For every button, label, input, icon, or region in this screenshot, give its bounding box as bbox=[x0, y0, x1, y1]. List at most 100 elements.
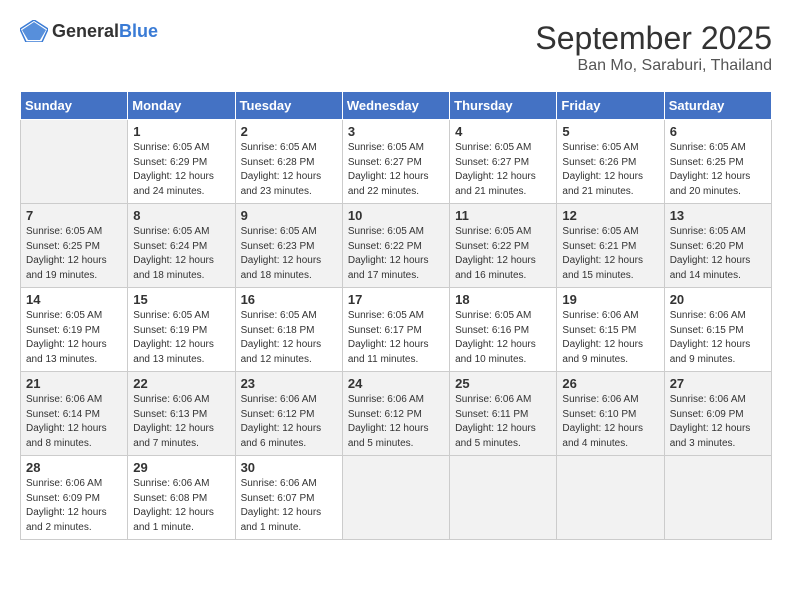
day-number: 20 bbox=[670, 292, 766, 307]
calendar-cell bbox=[664, 456, 771, 540]
day-number: 16 bbox=[241, 292, 337, 307]
title-area: September 2025 Ban Mo, Saraburi, Thailan… bbox=[535, 20, 772, 75]
calendar-table: SundayMondayTuesdayWednesdayThursdayFrid… bbox=[20, 91, 772, 540]
header-saturday: Saturday bbox=[664, 92, 771, 120]
calendar-cell: 25 Sunrise: 6:06 AMSunset: 6:11 PMDayligh… bbox=[450, 372, 557, 456]
calendar-cell bbox=[557, 456, 664, 540]
calendar-cell: 22 Sunrise: 6:06 AMSunset: 6:13 PMDayligh… bbox=[128, 372, 235, 456]
calendar-cell: 12Sunrise: 6:05 AMSunset: 6:21 PMDayligh… bbox=[557, 204, 664, 288]
page-header: GeneralBlue September 2025 Ban Mo, Sarab… bbox=[20, 20, 772, 75]
day-info: Sunrise: 6:05 AMSunset: 6:25 PMDaylight:… bbox=[26, 225, 122, 283]
location-title: Ban Mo, Saraburi, Thailand bbox=[535, 57, 772, 75]
calendar-cell: 29Sunrise: 6:06 AMSunset: 6:08 PMDayligh… bbox=[128, 456, 235, 540]
header-friday: Friday bbox=[557, 92, 664, 120]
calendar-cell: 11 Sunrise: 6:05 AMSunset: 6:22 PMDayligh… bbox=[450, 204, 557, 288]
calendar-week-2: 7Sunrise: 6:05 AMSunset: 6:25 PMDaylight… bbox=[21, 204, 772, 288]
day-number: 9 bbox=[241, 208, 337, 223]
day-info: Sunrise: 6:05 AMSunset: 6:22 PMDaylight:… bbox=[455, 225, 551, 283]
day-info: Sunrise: 6:06 AMSunset: 6:15 PMDaylight:… bbox=[670, 309, 766, 367]
day-number: 18 bbox=[455, 292, 551, 307]
day-info: Sunrise: 6:05 AMSunset: 6:19 PMDaylight:… bbox=[26, 309, 122, 367]
calendar-cell: 3Sunrise: 6:05 AMSunset: 6:27 PMDaylight… bbox=[342, 120, 449, 204]
day-info: Sunrise: 6:06 AMSunset: 6:14 PMDaylight:… bbox=[26, 393, 122, 451]
day-number: 11 bbox=[455, 208, 551, 223]
day-number: 1 bbox=[133, 124, 229, 139]
calendar-cell: 23 Sunrise: 6:06 AMSunset: 6:12 PMDayligh… bbox=[235, 372, 342, 456]
calendar-cell: 1 Sunrise: 6:05 AMSunset: 6:29 PMDaylight… bbox=[128, 120, 235, 204]
calendar-cell: 13 Sunrise: 6:05 AMSunset: 6:20 PMDayligh… bbox=[664, 204, 771, 288]
day-info: Sunrise: 6:06 AMSunset: 6:15 PMDaylight:… bbox=[562, 309, 658, 367]
calendar-cell: 14 Sunrise: 6:05 AMSunset: 6:19 PMDayligh… bbox=[21, 288, 128, 372]
day-info: Sunrise: 6:05 AMSunset: 6:25 PMDaylight:… bbox=[670, 141, 766, 199]
day-info: Sunrise: 6:06 AMSunset: 6:07 PMDaylight:… bbox=[241, 477, 337, 535]
day-number: 13 bbox=[670, 208, 766, 223]
day-info: Sunrise: 6:05 AMSunset: 6:19 PMDaylight:… bbox=[133, 309, 229, 367]
day-info: Sunrise: 6:05 AMSunset: 6:22 PMDaylight:… bbox=[348, 225, 444, 283]
day-number: 24 bbox=[348, 376, 444, 391]
day-info: Sunrise: 6:05 AMSunset: 6:18 PMDaylight:… bbox=[241, 309, 337, 367]
day-number: 14 bbox=[26, 292, 122, 307]
calendar-cell: 16 Sunrise: 6:05 AMSunset: 6:18 PMDayligh… bbox=[235, 288, 342, 372]
calendar-week-3: 14 Sunrise: 6:05 AMSunset: 6:19 PMDayligh… bbox=[21, 288, 772, 372]
day-info: Sunrise: 6:05 AMSunset: 6:29 PMDaylight:… bbox=[133, 141, 229, 199]
calendar-cell bbox=[342, 456, 449, 540]
calendar-week-4: 21 Sunrise: 6:06 AMSunset: 6:14 PMDayligh… bbox=[21, 372, 772, 456]
calendar-cell: 8Sunrise: 6:05 AMSunset: 6:24 PMDaylight… bbox=[128, 204, 235, 288]
logo-blue: Blue bbox=[119, 21, 158, 41]
calendar-cell bbox=[21, 120, 128, 204]
day-number: 3 bbox=[348, 124, 444, 139]
day-number: 29 bbox=[133, 460, 229, 475]
day-info: Sunrise: 6:05 AMSunset: 6:16 PMDaylight:… bbox=[455, 309, 551, 367]
day-number: 17 bbox=[348, 292, 444, 307]
calendar-cell: 2Sunrise: 6:05 AMSunset: 6:28 PMDaylight… bbox=[235, 120, 342, 204]
header-sunday: Sunday bbox=[21, 92, 128, 120]
day-info: Sunrise: 6:06 AMSunset: 6:12 PMDaylight:… bbox=[348, 393, 444, 451]
month-title: September 2025 bbox=[535, 20, 772, 57]
calendar-cell: 24 Sunrise: 6:06 AMSunset: 6:12 PMDayligh… bbox=[342, 372, 449, 456]
calendar-cell: 9 Sunrise: 6:05 AMSunset: 6:23 PMDaylight… bbox=[235, 204, 342, 288]
day-info: Sunrise: 6:05 AMSunset: 6:27 PMDaylight:… bbox=[455, 141, 551, 199]
calendar-cell: 6Sunrise: 6:05 AMSunset: 6:25 PMDaylight… bbox=[664, 120, 771, 204]
calendar-cell: 4 Sunrise: 6:05 AMSunset: 6:27 PMDaylight… bbox=[450, 120, 557, 204]
day-number: 19 bbox=[562, 292, 658, 307]
header-thursday: Thursday bbox=[450, 92, 557, 120]
calendar-cell: 10 Sunrise: 6:05 AMSunset: 6:22 PMDayligh… bbox=[342, 204, 449, 288]
day-number: 21 bbox=[26, 376, 122, 391]
calendar-week-1: 1 Sunrise: 6:05 AMSunset: 6:29 PMDaylight… bbox=[21, 120, 772, 204]
day-info: Sunrise: 6:06 AMSunset: 6:13 PMDaylight:… bbox=[133, 393, 229, 451]
day-info: Sunrise: 6:06 AMSunset: 6:09 PMDaylight:… bbox=[26, 477, 122, 535]
day-number: 26 bbox=[562, 376, 658, 391]
calendar-cell bbox=[450, 456, 557, 540]
day-number: 2 bbox=[241, 124, 337, 139]
calendar-cell: 21 Sunrise: 6:06 AMSunset: 6:14 PMDayligh… bbox=[21, 372, 128, 456]
day-info: Sunrise: 6:05 AMSunset: 6:24 PMDaylight:… bbox=[133, 225, 229, 283]
calendar-week-5: 28Sunrise: 6:06 AMSunset: 6:09 PMDayligh… bbox=[21, 456, 772, 540]
day-info: Sunrise: 6:05 AMSunset: 6:20 PMDaylight:… bbox=[670, 225, 766, 283]
calendar-cell: 28Sunrise: 6:06 AMSunset: 6:09 PMDayligh… bbox=[21, 456, 128, 540]
calendar-cell: 17 Sunrise: 6:05 AMSunset: 6:17 PMDayligh… bbox=[342, 288, 449, 372]
day-info: Sunrise: 6:05 AMSunset: 6:17 PMDaylight:… bbox=[348, 309, 444, 367]
logo-text: GeneralBlue bbox=[52, 21, 158, 42]
day-info: Sunrise: 6:06 AMSunset: 6:10 PMDaylight:… bbox=[562, 393, 658, 451]
header-monday: Monday bbox=[128, 92, 235, 120]
day-info: Sunrise: 6:05 AMSunset: 6:26 PMDaylight:… bbox=[562, 141, 658, 199]
calendar-cell: 26 Sunrise: 6:06 AMSunset: 6:10 PMDayligh… bbox=[557, 372, 664, 456]
day-info: Sunrise: 6:05 AMSunset: 6:23 PMDaylight:… bbox=[241, 225, 337, 283]
day-number: 22 bbox=[133, 376, 229, 391]
calendar-cell: 5 Sunrise: 6:05 AMSunset: 6:26 PMDaylight… bbox=[557, 120, 664, 204]
day-info: Sunrise: 6:06 AMSunset: 6:12 PMDaylight:… bbox=[241, 393, 337, 451]
day-info: Sunrise: 6:06 AMSunset: 6:09 PMDaylight:… bbox=[670, 393, 766, 451]
day-number: 4 bbox=[455, 124, 551, 139]
day-info: Sunrise: 6:05 AMSunset: 6:21 PMDaylight:… bbox=[562, 225, 658, 283]
calendar-cell: 18 Sunrise: 6:05 AMSunset: 6:16 PMDayligh… bbox=[450, 288, 557, 372]
day-number: 23 bbox=[241, 376, 337, 391]
day-number: 10 bbox=[348, 208, 444, 223]
day-number: 25 bbox=[455, 376, 551, 391]
calendar-cell: 30 Sunrise: 6:06 AMSunset: 6:07 PMDayligh… bbox=[235, 456, 342, 540]
day-number: 5 bbox=[562, 124, 658, 139]
day-info: Sunrise: 6:06 AMSunset: 6:11 PMDaylight:… bbox=[455, 393, 551, 451]
logo-icon bbox=[20, 20, 48, 42]
calendar-cell: 15Sunrise: 6:05 AMSunset: 6:19 PMDayligh… bbox=[128, 288, 235, 372]
logo-general: General bbox=[52, 21, 119, 41]
day-number: 30 bbox=[241, 460, 337, 475]
